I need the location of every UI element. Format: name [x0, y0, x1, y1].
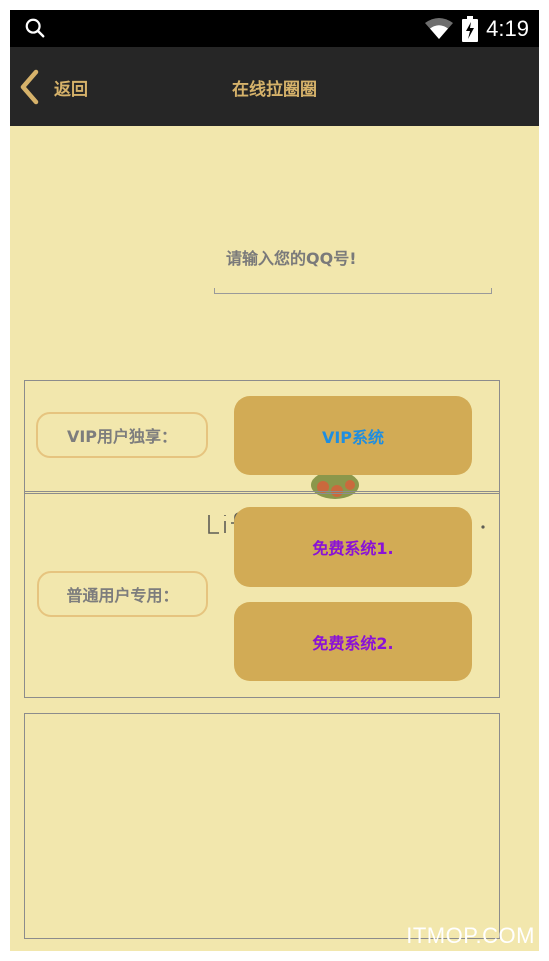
- page-title: 在线拉圈圈: [232, 80, 317, 100]
- app-screen: 4:19 返回 在线拉圈圈 VIP用户独享： VIP系统 普: [10, 10, 539, 951]
- status-icons: 4:19: [424, 10, 529, 47]
- qq-input-container: [214, 238, 492, 294]
- search-icon: [25, 18, 45, 38]
- status-time: 4:19: [486, 15, 529, 41]
- free-system-2-button[interactable]: 免费系统2.: [234, 602, 472, 681]
- free-system-1-button[interactable]: 免费系统1.: [234, 507, 472, 587]
- battery-charging-icon: [462, 15, 479, 42]
- app-bar: 返回 在线拉圈圈: [10, 47, 539, 126]
- watermark: ITMOP.COM: [406, 923, 535, 948]
- free-user-label: 普通用户专用：: [37, 571, 208, 617]
- vip-label: VIP用户独享：: [36, 412, 208, 458]
- vip-system-button[interactable]: VIP系统: [234, 396, 472, 475]
- status-bar: 4:19: [10, 10, 539, 47]
- input-underline: [214, 288, 492, 294]
- qq-number-input[interactable]: [214, 238, 492, 278]
- wifi-icon: [425, 17, 454, 39]
- result-panel: [24, 713, 500, 939]
